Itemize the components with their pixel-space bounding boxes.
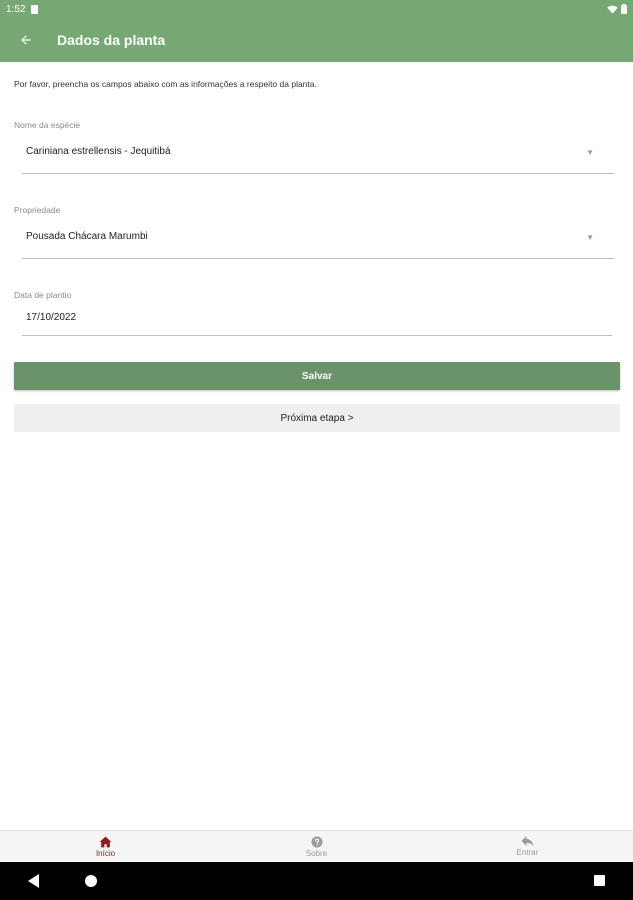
nav-label-entrar: Entrar — [516, 848, 539, 857]
planting-date-label: Data de plantio — [14, 290, 72, 300]
battery-icon — [621, 4, 627, 14]
help-icon — [311, 836, 322, 847]
system-recents-icon[interactable] — [594, 875, 605, 886]
planting-date-underline — [22, 335, 612, 336]
species-value: Cariniana estrellensis - Jequitibá — [26, 146, 171, 157]
system-home-icon[interactable] — [85, 875, 97, 887]
save-button[interactable]: Salvar — [14, 362, 620, 390]
nav-item-sobre[interactable]: Sobre — [211, 831, 422, 862]
species-underline — [22, 173, 614, 174]
dropdown-arrow-icon: ▼ — [586, 148, 594, 157]
property-value: Pousada Chácara Marumbi — [26, 231, 148, 242]
sim-card-icon — [31, 4, 39, 14]
species-select[interactable]: Nome da espécie Cariniana estrellensis -… — [14, 120, 614, 174]
system-back-icon[interactable] — [28, 874, 39, 888]
nav-item-entrar[interactable]: Entrar — [422, 831, 633, 862]
planting-date-field[interactable]: Data de plantio 17/10/2022 — [14, 290, 614, 336]
home-icon — [99, 836, 112, 847]
arrow-back-icon — [21, 35, 31, 45]
bottom-navigation: Início Sobre Entrar — [0, 830, 633, 862]
system-navigation-bar — [0, 862, 633, 900]
planting-date-value: 17/10/2022 — [26, 312, 77, 323]
status-time: 1:52 — [6, 3, 26, 15]
status-bar: 1:52 — [0, 0, 633, 18]
nav-label-sobre: Sobre — [305, 848, 328, 858]
dropdown-arrow-icon: ▼ — [586, 233, 594, 242]
next-step-button[interactable]: Próxima etapa > — [14, 404, 620, 432]
back-button[interactable] — [0, 18, 52, 62]
page-title: Dados da planta — [57, 32, 166, 48]
reply-icon — [521, 836, 534, 847]
species-label: Nome da espécie — [14, 120, 81, 130]
status-icons — [607, 4, 627, 14]
property-select[interactable]: Propriedade Pousada Chácara Marumbi ▼ — [14, 205, 614, 259]
wifi-icon — [607, 5, 618, 14]
property-label: Propriedade — [14, 205, 61, 215]
property-underline — [22, 258, 614, 259]
instructions-text: Por favor, preencha os campos abaixo com… — [14, 79, 317, 89]
nav-item-inicio[interactable]: Início — [0, 831, 211, 862]
app-bar: Dados da planta — [0, 18, 633, 62]
nav-label-inicio: Início — [95, 848, 116, 858]
